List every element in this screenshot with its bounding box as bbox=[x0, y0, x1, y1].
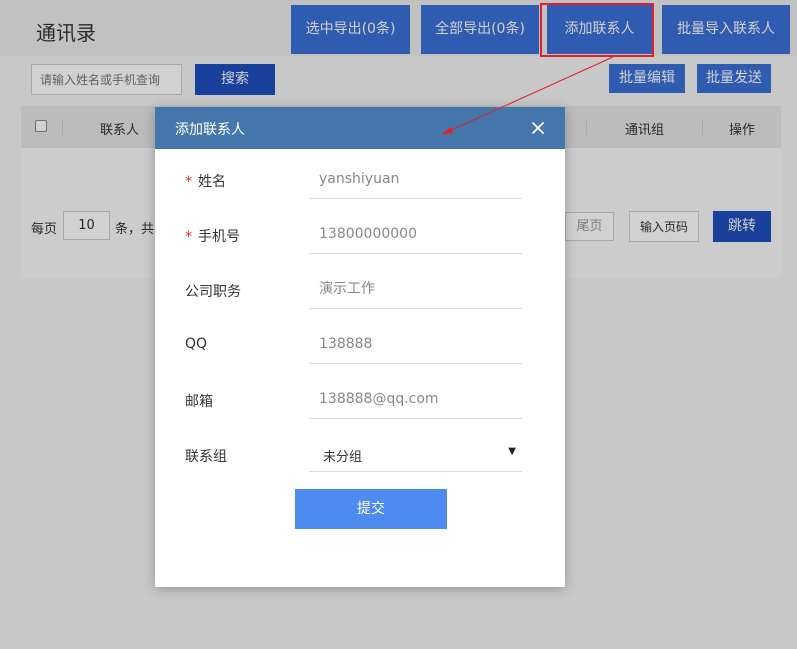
modal-header: 添加联系人 bbox=[155, 107, 565, 149]
group-select-value: 未分组 bbox=[323, 450, 363, 465]
required-mark: * bbox=[185, 229, 192, 245]
modal-title: 添加联系人 bbox=[175, 122, 245, 138]
email-label: 邮箱 bbox=[185, 394, 213, 410]
position-input[interactable] bbox=[309, 269, 522, 309]
group-select[interactable]: 未分组 ▼ bbox=[309, 434, 522, 472]
name-input[interactable] bbox=[309, 159, 522, 199]
phone-label: * 手机号 bbox=[185, 229, 240, 245]
contacts-page: 通讯录 选中导出(0条) 全部导出(0条) 添加联系人 批量导入联系人 搜索 批… bbox=[0, 0, 797, 649]
phone-input[interactable] bbox=[309, 214, 522, 254]
name-label: * 姓名 bbox=[185, 174, 226, 190]
add-contact-modal: 添加联系人 *姓名 *手机号 公司职务 QQ 邮箱 联系组 未分组 ▼ bbox=[155, 107, 565, 587]
qq-input[interactable] bbox=[309, 324, 522, 364]
qq-label: QQ bbox=[185, 336, 208, 352]
group-label: 联系组 bbox=[185, 449, 227, 465]
caret-down-icon: ▼ bbox=[508, 446, 516, 457]
close-icon[interactable] bbox=[529, 119, 547, 137]
submit-button[interactable]: 提交 bbox=[295, 489, 447, 529]
required-mark: * bbox=[185, 174, 192, 190]
position-label: 公司职务 bbox=[185, 284, 241, 300]
annotation-highlight-box bbox=[540, 3, 654, 57]
email-input[interactable] bbox=[309, 379, 522, 419]
